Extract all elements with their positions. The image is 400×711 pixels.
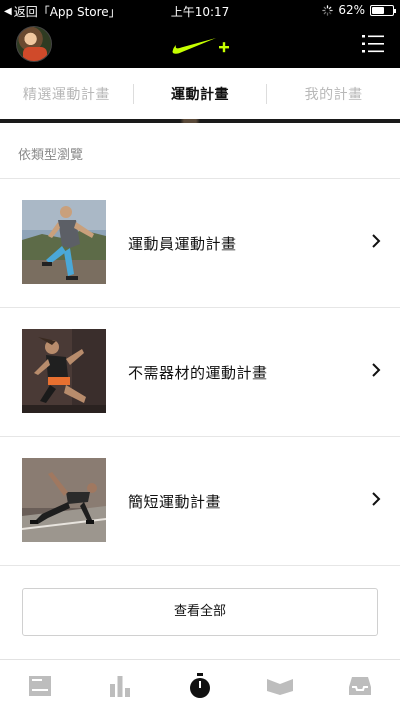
chevron-right-icon xyxy=(372,492,381,506)
section-header-label: 依類型瀏覽 xyxy=(18,148,84,163)
battery-percent: 62% xyxy=(338,3,365,17)
no-equipment-photo xyxy=(22,329,106,413)
view-all-button[interactable]: 查看全部 xyxy=(22,588,378,636)
chevron-right-icon xyxy=(372,234,381,248)
list-item-athlete-plans[interactable]: 運動員運動計畫 xyxy=(0,179,400,308)
tab-my-plans[interactable]: 我的計畫 xyxy=(267,84,400,104)
list-menu-icon[interactable] xyxy=(362,34,384,54)
athlete-photo xyxy=(22,200,106,284)
list-item-label: 簡短運動計畫 xyxy=(128,493,222,511)
tab-featured-plans[interactable]: 精選運動計畫 xyxy=(0,84,133,104)
battery-icon xyxy=(370,4,396,16)
chevron-right-icon xyxy=(372,363,381,377)
plan-category-list: 運動員運動計畫 不需器材的運動計畫 簡短運動計畫 xyxy=(0,179,400,566)
tab-programs[interactable] xyxy=(260,670,300,702)
segment-tabs: 精選運動計畫 運動計畫 我的計畫 xyxy=(0,68,400,120)
programs-icon xyxy=(267,678,293,695)
quick-workout-photo xyxy=(22,458,106,542)
tab-activity[interactable] xyxy=(100,670,140,702)
activity-icon xyxy=(110,675,130,697)
tab-feed[interactable] xyxy=(20,670,60,702)
status-bar: ◀ 返回「App Store」 上午10:17 62% xyxy=(0,0,400,22)
inbox-icon xyxy=(349,676,371,695)
feed-icon xyxy=(29,675,51,696)
nike-plus-logo-icon xyxy=(172,38,229,54)
status-right: 62% xyxy=(322,3,396,17)
tab-inbox[interactable] xyxy=(340,670,380,702)
tab-workout-plans[interactable]: 運動計畫 xyxy=(134,84,267,104)
workout-timer-icon xyxy=(190,672,210,698)
list-item-quick-plans[interactable]: 簡短運動計畫 xyxy=(0,437,400,566)
avatar[interactable] xyxy=(16,26,52,62)
list-item-label: 運動員運動計畫 xyxy=(128,235,237,253)
list-item-no-equipment-plans[interactable]: 不需器材的運動計畫 xyxy=(0,308,400,437)
tab-workout[interactable] xyxy=(180,670,220,702)
bottom-tab-bar xyxy=(0,659,400,711)
list-item-label: 不需器材的運動計畫 xyxy=(128,364,268,382)
nav-bar xyxy=(0,22,400,68)
section-header: 依類型瀏覽 xyxy=(0,123,400,179)
activity-spinner-icon xyxy=(322,4,334,16)
